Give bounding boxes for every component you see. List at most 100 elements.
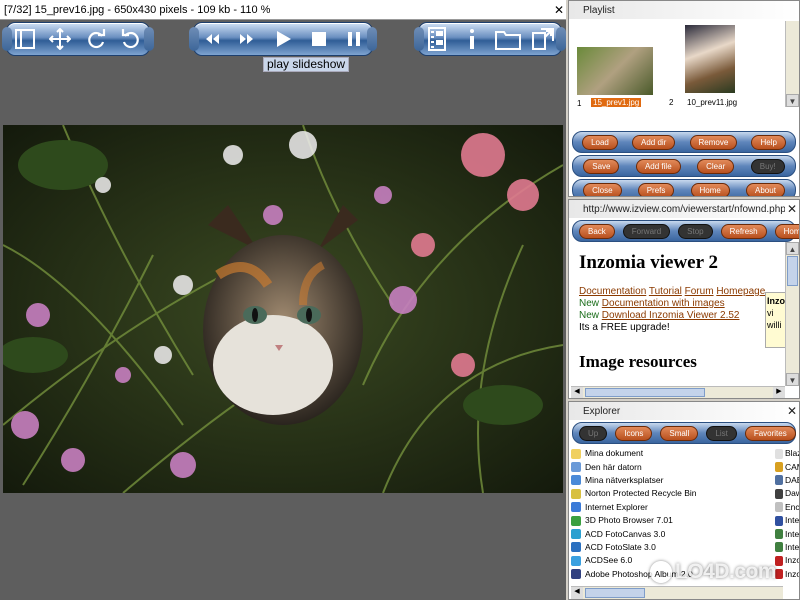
main-image[interactable]: [3, 125, 563, 493]
fast-forward-icon[interactable]: [232, 25, 262, 53]
remove-button[interactable]: Remove: [689, 134, 738, 150]
refresh-button[interactable]: Refresh: [720, 223, 767, 239]
help-button[interactable]: Help: [751, 134, 786, 150]
list-item-label: Inzom: [785, 568, 799, 579]
favorites-button[interactable]: Favorites: [744, 425, 796, 441]
playlist-item-number: 2: [669, 98, 674, 107]
tutorial-link[interactable]: Tutorial: [649, 286, 682, 297]
list-item-label: Mina dokument: [585, 448, 644, 459]
app-icon: [775, 529, 783, 540]
explorer-header: Explorer ✕: [569, 402, 799, 420]
stop-icon[interactable]: [304, 25, 334, 53]
forward-button[interactable]: Forward: [622, 223, 671, 239]
list-item[interactable]: ACD FotoCanvas 3.0: [571, 527, 771, 540]
list-item[interactable]: Mina dokument: [571, 447, 771, 460]
stop-button[interactable]: Stop: [678, 223, 713, 239]
list-item-label: ACD FotoCanvas 3.0: [585, 528, 666, 539]
home-button[interactable]: Home: [774, 223, 799, 239]
add-file-button[interactable]: Add file: [635, 158, 681, 174]
list-item[interactable]: InterV: [775, 527, 799, 540]
pause-icon[interactable]: [339, 25, 369, 53]
documentation-link[interactable]: Documentation: [579, 286, 646, 297]
rotate-right-icon[interactable]: [81, 25, 111, 53]
viewer-title-bar: [7/32] 15_prev16.jpg - 650x430 pixels - …: [0, 0, 566, 20]
list-item[interactable]: Internet Explorer: [571, 501, 771, 514]
close-icon[interactable]: ✕: [785, 202, 799, 216]
documentation-images-link[interactable]: Documentation with images: [602, 298, 725, 309]
download-link[interactable]: Download Inzomia Viewer 2.52: [602, 310, 740, 321]
save-button[interactable]: Save: [583, 158, 620, 174]
list-item-label: CAMEI: [785, 461, 799, 472]
close-button[interactable]: Close: [583, 182, 622, 196]
toolbar-group-slideshow: [189, 22, 377, 56]
info-icon[interactable]: [457, 25, 487, 53]
playlist-item[interactable]: 2 10_prev11.jpg: [669, 25, 785, 107]
browser-scrollbar[interactable]: ▲ ▼: [785, 242, 799, 386]
list-item[interactable]: Encyc: [775, 501, 799, 514]
small-button[interactable]: Small: [660, 425, 699, 441]
icons-button[interactable]: Icons: [615, 425, 653, 441]
close-icon[interactable]: ✕: [552, 3, 566, 17]
new-label: New: [579, 310, 600, 321]
explorer-column: Blaze CAMEI DAEM Dawn Encyc Intel(F InterV Inte…: [775, 447, 799, 581]
list-item[interactable]: CAMEI: [775, 460, 799, 473]
load-button[interactable]: Load: [582, 134, 618, 150]
playlist-scrollbar[interactable]: ▼: [785, 21, 799, 107]
list-item[interactable]: Mina nätverksplatser: [571, 474, 771, 487]
list-item[interactable]: Intel(F: [775, 514, 799, 527]
list-button[interactable]: List: [706, 425, 737, 441]
scroll-thumb[interactable]: [585, 588, 645, 598]
rewind-icon[interactable]: [197, 25, 227, 53]
fit-icon[interactable]: [45, 25, 75, 53]
list-item[interactable]: ACD FotoSlate 3.0: [571, 541, 771, 554]
list-item[interactable]: Inzom: [775, 554, 799, 567]
play-icon[interactable]: [268, 25, 298, 53]
prefs-button[interactable]: Prefs: [637, 182, 675, 196]
scroll-up-icon[interactable]: ▲: [786, 242, 799, 255]
scroll-down-icon[interactable]: ▼: [786, 373, 799, 386]
fullscreen-icon[interactable]: [10, 25, 40, 53]
app-icon: [775, 502, 783, 513]
browser-hscrollbar[interactable]: ◀ ▶: [571, 386, 785, 398]
scroll-thumb[interactable]: [787, 256, 798, 286]
back-button[interactable]: Back: [579, 223, 615, 239]
explorer-hscrollbar[interactable]: ◀: [571, 586, 783, 599]
scroll-right-icon[interactable]: ▶: [773, 387, 785, 398]
list-item[interactable]: InterV: [775, 541, 799, 554]
scroll-thumb[interactable]: [585, 388, 705, 397]
list-item[interactable]: Dawn: [775, 487, 799, 500]
rotate-left-icon[interactable]: [116, 25, 146, 53]
playlist-button-row-1: Load Add dir Remove Help: [572, 131, 796, 153]
scroll-left-icon[interactable]: ◀: [571, 587, 583, 599]
explorer-title: Explorer: [583, 405, 621, 417]
browser-url[interactable]: http://www.izview.com/viewerstart/nfownd…: [583, 204, 785, 215]
playlist-item[interactable]: 1 15_prev1.jpg: [577, 47, 657, 108]
scroll-down-icon[interactable]: ▼: [786, 94, 799, 107]
buy-button[interactable]: Buy!: [750, 158, 785, 174]
forum-link[interactable]: Forum: [685, 286, 714, 297]
add-dir-button[interactable]: Add dir: [632, 134, 676, 150]
list-item[interactable]: DAEM: [775, 474, 799, 487]
list-item[interactable]: Den här datorn: [571, 460, 771, 473]
clear-button[interactable]: Clear: [697, 158, 735, 174]
scroll-left-icon[interactable]: ◀: [571, 387, 583, 398]
list-item[interactable]: 3D Photo Browser 7.01: [571, 514, 771, 527]
playlist-thumbnails: 1 15_prev1.jpg 2 10_prev11.jpg ▼: [569, 21, 799, 108]
list-item[interactable]: Inzom: [775, 568, 799, 581]
playlist-item-label: 10_prev11.jpg: [687, 98, 738, 107]
free-upgrade-text: Its a FREE upgrade!: [579, 322, 670, 333]
image-viewer: [7/32] 15_prev16.jpg - 650x430 pixels - …: [0, 0, 566, 600]
list-item-label: 3D Photo Browser 7.01: [585, 515, 673, 526]
close-icon[interactable]: ✕: [785, 404, 799, 418]
homepage-link[interactable]: Homepage: [716, 286, 765, 297]
toolbar-group-tools: [414, 22, 566, 56]
list-item[interactable]: Blaze: [775, 447, 799, 460]
list-item[interactable]: Norton Protected Recycle Bin: [571, 487, 771, 500]
save-icon[interactable]: [528, 25, 558, 53]
film-strip-icon[interactable]: [422, 25, 452, 53]
home-button[interactable]: Home: [690, 182, 730, 196]
about-button[interactable]: About: [746, 182, 785, 196]
folder-icon[interactable]: [493, 25, 523, 53]
list-item-label: Blaze: [785, 448, 799, 459]
up-button[interactable]: Up: [579, 425, 608, 441]
